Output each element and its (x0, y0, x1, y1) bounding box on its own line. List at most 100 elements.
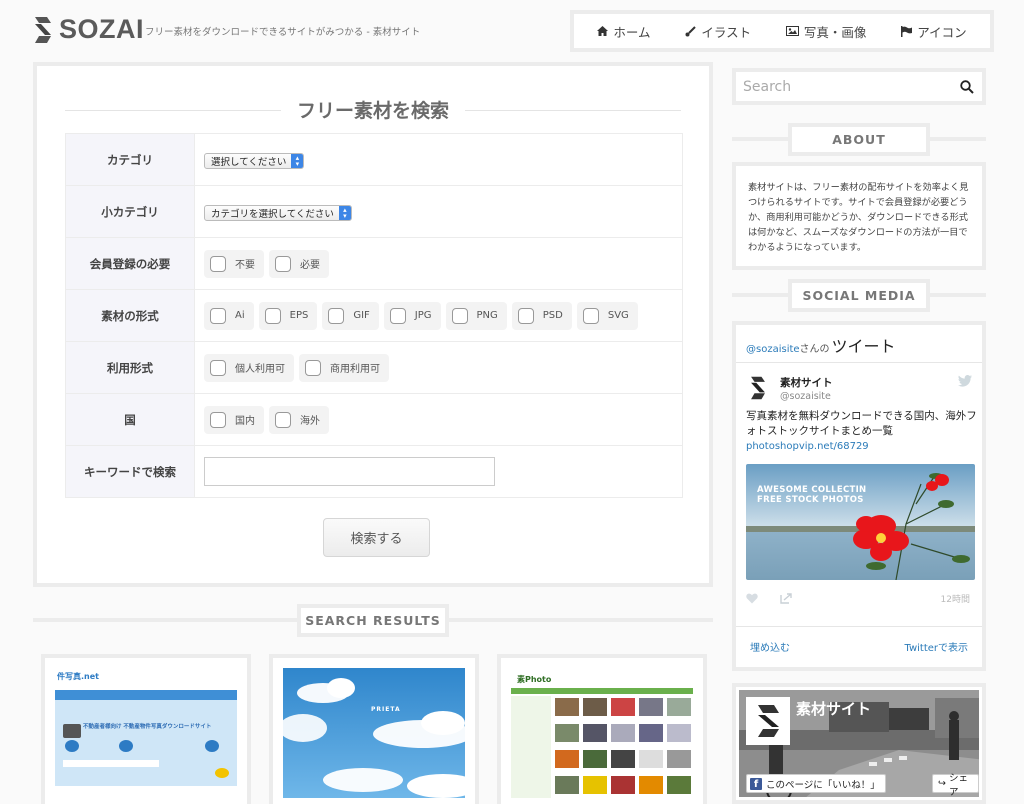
avatar[interactable] (748, 375, 768, 401)
twitter-tweet-label: ツイート (831, 337, 896, 356)
checkbox-format-ai[interactable]: Ai (204, 301, 254, 330)
checkbox-country-overseas[interactable]: 海外 (269, 405, 329, 434)
camera-icon (63, 724, 81, 738)
select-arrows-icon: ▴ ▾ (291, 154, 304, 168)
checkbox-label: 必要 (300, 260, 320, 271)
share-icon[interactable] (780, 592, 792, 604)
country-label: 国 (65, 393, 195, 446)
search-panel-title: フリー素材を検索 (280, 96, 466, 123)
twitter-embed-link[interactable]: 埋め込む (750, 639, 790, 654)
twitter-account-name[interactable]: 素材サイト (780, 375, 833, 390)
twitter-san: さんの (799, 344, 830, 355)
checkbox-box[interactable] (210, 411, 226, 428)
result-thumbnail[interactable]: PRIETA (283, 668, 465, 798)
twitter-account-user[interactable]: @sozaisite (780, 391, 831, 402)
tweet-actions: 12時間 (746, 592, 970, 605)
thumb-site-title: PRIETA (371, 706, 401, 713)
subcategory-select-value: カテゴリを選択してください (211, 209, 334, 220)
twitter-bird-icon[interactable] (958, 375, 972, 387)
checkbox-label: EPS (289, 310, 309, 321)
checkbox-label: 国内 (235, 416, 255, 427)
heart-icon[interactable] (746, 593, 758, 604)
site-logo[interactable]: SOZAI (33, 14, 144, 45)
nav-icon[interactable]: アイコン (901, 22, 967, 41)
social-title: SOCIAL MEDIA (788, 279, 930, 312)
checkbox-format-gif[interactable]: GIF (322, 301, 379, 330)
checkbox-label: JPG (414, 310, 432, 321)
result-card[interactable]: 素Photo (497, 654, 707, 804)
checkbox-box[interactable] (582, 307, 599, 324)
checkbox-format-svg[interactable]: SVG (576, 301, 638, 330)
result-card[interactable]: PRIETA (269, 654, 479, 804)
checkbox-box[interactable] (328, 307, 345, 324)
keyword-input[interactable] (204, 457, 495, 486)
thumb-nav-bar (511, 688, 693, 694)
sidebar-search[interactable]: Search (732, 68, 986, 105)
format-label: 素材の形式 (65, 289, 195, 342)
search-submit-button[interactable]: 検索する (323, 518, 430, 557)
checkbox-label: 個人利用可 (235, 364, 285, 375)
row-format: 素材の形式 Ai EPS GIF JPG PNG PSD SVG (65, 289, 683, 342)
checkbox-format-psd[interactable]: PSD (511, 301, 572, 330)
checkbox-usage-personal[interactable]: 個人利用可 (204, 353, 294, 382)
checkbox-box[interactable] (275, 411, 291, 428)
twitter-handle-link[interactable]: @sozaisite (746, 344, 800, 355)
facebook-page-name[interactable]: 素材サイト (796, 698, 871, 719)
search-icon[interactable] (960, 79, 974, 94)
checkbox-label: GIF (353, 310, 370, 321)
checkbox-box[interactable] (451, 307, 468, 324)
photo-grid-image (555, 698, 691, 794)
thumb-badge-icon (205, 740, 219, 752)
nav-photo[interactable]: 写真・画像 (785, 22, 866, 41)
checkbox-format-jpg[interactable]: JPG (383, 301, 441, 330)
sidebar-search-input[interactable]: Search (743, 79, 960, 95)
row-registration: 会員登録の必要 不要 必要 (65, 237, 683, 290)
checkbox-usage-commercial[interactable]: 商用利用可 (299, 353, 389, 382)
result-thumbnail[interactable]: 素Photo (511, 668, 693, 798)
checkbox-format-eps[interactable]: EPS (258, 301, 318, 330)
registration-label: 会員登録の必要 (65, 237, 195, 290)
category-select[interactable]: 選択してください ▴ ▾ (204, 153, 305, 169)
checkbox-label: PNG (476, 310, 498, 321)
thumb-badge-icon (119, 740, 133, 752)
twitter-view-link[interactable]: Twitterで表示 (904, 639, 968, 654)
thumb-sidebar (511, 696, 551, 798)
checkbox-registration-not-required[interactable]: 不要 (204, 249, 264, 278)
facebook-share-button[interactable]: ↪ シェア (932, 773, 979, 797)
tweet-text: 写真素材を無料ダウンロードできる国内、海外フォトストックサイトまとめ一覧 (746, 410, 977, 437)
nav-illust[interactable]: イラスト (685, 22, 751, 41)
checkbox-box[interactable] (210, 359, 226, 376)
facebook-cover[interactable]: 素材サイト f このページに「いいね！」 ↪ シェア (739, 690, 979, 797)
select-arrows-icon: ▴ ▾ (338, 206, 351, 220)
tweet-link[interactable]: photoshopvip.net/68729 (746, 441, 869, 452)
picture-icon (785, 26, 799, 36)
thumb-nav-bar (55, 690, 237, 700)
subcategory-label: 小カテゴリ (65, 185, 195, 238)
tweet-image-title-line1: AWESOME COLLECTIN (757, 485, 867, 495)
checkbox-box[interactable] (210, 255, 226, 272)
checkbox-box[interactable] (275, 255, 291, 272)
nav-home-label: ホーム (613, 24, 651, 40)
checkbox-box[interactable] (210, 307, 226, 324)
checkbox-country-domestic[interactable]: 国内 (204, 405, 264, 434)
tweet-time[interactable]: 12時間 (941, 592, 970, 605)
tweet-image[interactable]: AWESOME COLLECTIN FREE STOCK PHOTOS (746, 464, 975, 580)
result-thumbnail[interactable]: 件写真.net 不動産者様向け 不動産物件写真ダウンロードサイト (55, 668, 237, 798)
nav-icon-label: アイコン (917, 24, 967, 40)
checkbox-box[interactable] (264, 307, 281, 324)
checkbox-registration-required[interactable]: 必要 (269, 249, 329, 278)
subcategory-select[interactable]: カテゴリを選択してください ▴ ▾ (204, 205, 352, 221)
checkbox-box[interactable] (389, 307, 406, 324)
nav-home[interactable]: ホーム (597, 22, 651, 41)
result-card[interactable]: 件写真.net 不動産者様向け 不動産物件写真ダウンロードサイト (41, 654, 251, 804)
checkbox-box[interactable] (305, 359, 321, 376)
row-keyword: キーワードで検索 (65, 445, 683, 498)
row-category: カテゴリ 選択してください ▴ ▾ (65, 133, 683, 186)
thumb-site-title: 件写真.net (57, 672, 99, 681)
checkbox-format-png[interactable]: PNG (445, 301, 507, 330)
category-label: カテゴリ (65, 133, 195, 186)
facebook-like-button[interactable]: f このページに「いいね！」 (746, 774, 886, 793)
page-avatar[interactable] (746, 697, 790, 745)
site-tagline: フリー素材をダウンロードできるサイトがみつかる - 素材サイト (145, 27, 421, 38)
checkbox-box[interactable] (517, 307, 534, 324)
